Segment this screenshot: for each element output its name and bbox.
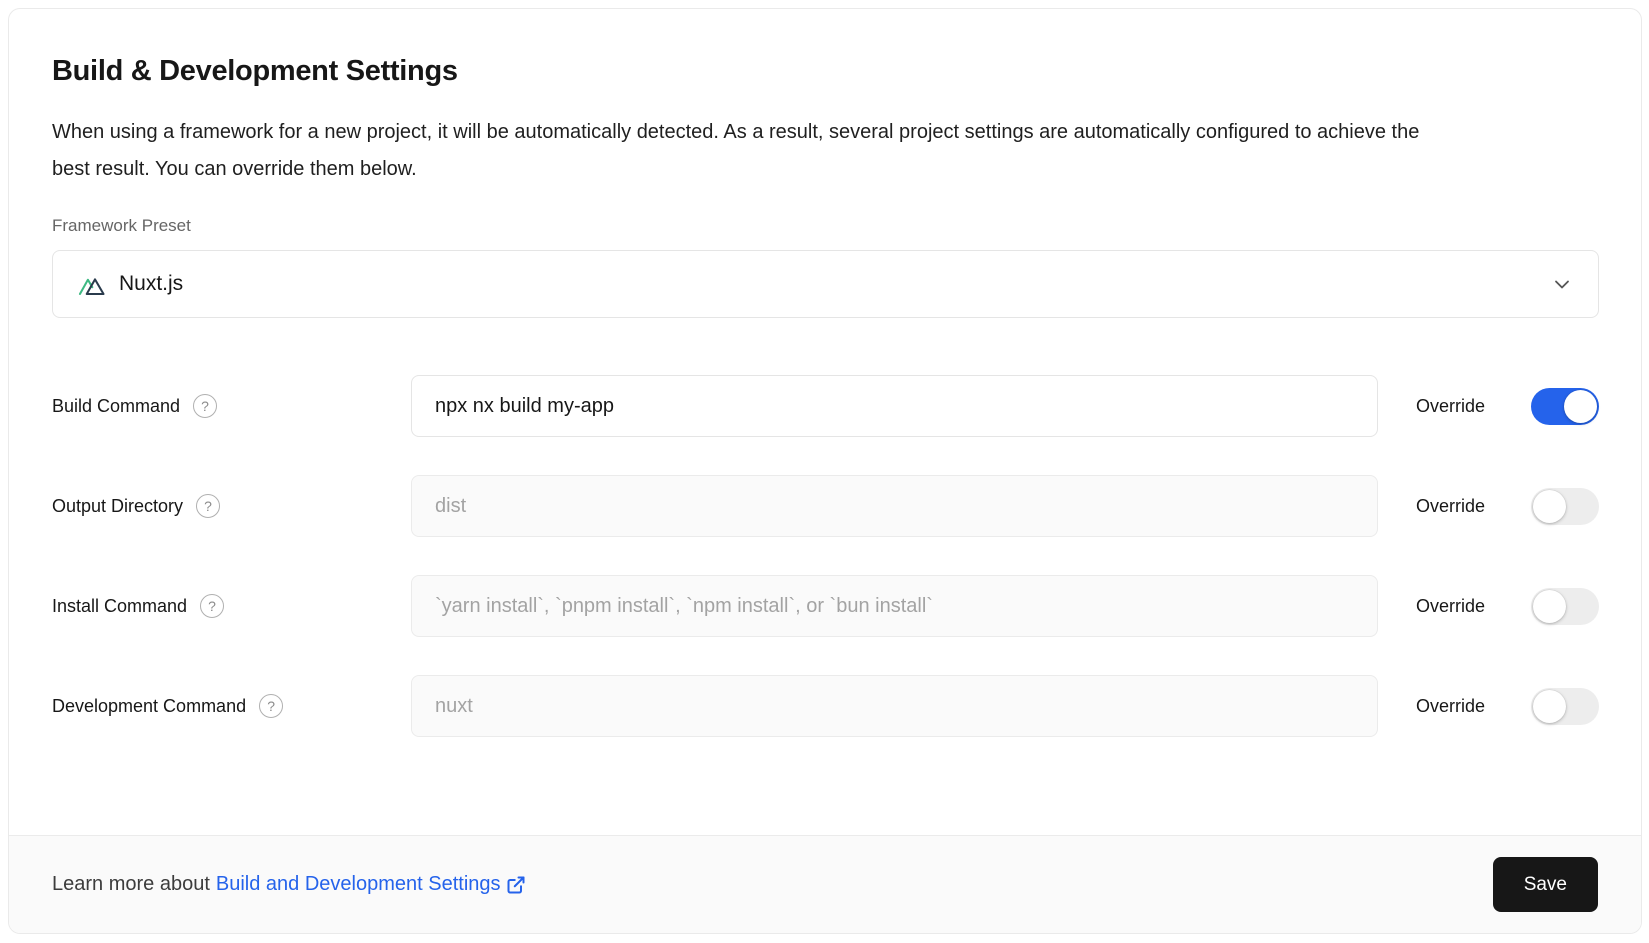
row-label: Build Command ?	[52, 394, 411, 418]
override-toggle[interactable]	[1531, 688, 1599, 725]
development-command-row: Development Command ? Override	[52, 675, 1599, 737]
learn-more-prefix: Learn more about	[52, 873, 210, 896]
override-toggle[interactable]	[1531, 388, 1599, 425]
output-directory-row: Output Directory ? Override	[52, 475, 1599, 537]
override-label: Override	[1416, 496, 1506, 517]
framework-preset-select[interactable]: Nuxt.js	[52, 250, 1599, 318]
development-command-input	[411, 675, 1378, 737]
learn-more-link-text: Build and Development Settings	[216, 873, 501, 896]
save-button[interactable]: Save	[1493, 857, 1598, 912]
learn-more-text: Learn more about Build and Development S…	[52, 873, 526, 896]
page-title: Build & Development Settings	[52, 55, 1599, 88]
build-command-label: Build Command	[52, 396, 180, 417]
install-command-input	[411, 575, 1378, 637]
toggle-knob	[1533, 590, 1566, 623]
chevron-down-icon	[1550, 272, 1574, 296]
help-icon[interactable]: ?	[193, 394, 217, 418]
install-command-label: Install Command	[52, 596, 187, 617]
help-icon[interactable]: ?	[200, 594, 224, 618]
build-command-input[interactable]	[411, 375, 1378, 437]
row-label: Output Directory ?	[52, 494, 411, 518]
external-link-icon	[506, 875, 526, 895]
card-footer: Learn more about Build and Development S…	[9, 835, 1641, 933]
build-command-row: Build Command ? Override	[52, 375, 1599, 437]
override-label: Override	[1416, 396, 1506, 417]
install-command-row: Install Command ? Override	[52, 575, 1599, 637]
development-command-label: Development Command	[52, 696, 246, 717]
toggle-knob	[1564, 390, 1597, 423]
framework-preset-label: Framework Preset	[52, 216, 1599, 236]
toggle-knob	[1533, 690, 1566, 723]
card-body: Build & Development Settings When using …	[9, 9, 1641, 835]
output-directory-input	[411, 475, 1378, 537]
toggle-knob	[1533, 490, 1566, 523]
override-toggle[interactable]	[1531, 488, 1599, 525]
override-toggle[interactable]	[1531, 588, 1599, 625]
override-label: Override	[1416, 696, 1506, 717]
help-icon[interactable]: ?	[259, 694, 283, 718]
row-label: Install Command ?	[52, 594, 411, 618]
build-settings-link[interactable]: Build and Development Settings	[216, 873, 526, 896]
build-settings-card: Build & Development Settings When using …	[8, 8, 1642, 934]
help-icon[interactable]: ?	[196, 494, 220, 518]
override-label: Override	[1416, 596, 1506, 617]
settings-description: When using a framework for a new project…	[52, 114, 1452, 188]
row-label: Development Command ?	[52, 694, 411, 718]
framework-preset-value: Nuxt.js	[119, 272, 183, 296]
output-directory-label: Output Directory	[52, 496, 183, 517]
nuxt-logo-icon	[78, 272, 106, 297]
